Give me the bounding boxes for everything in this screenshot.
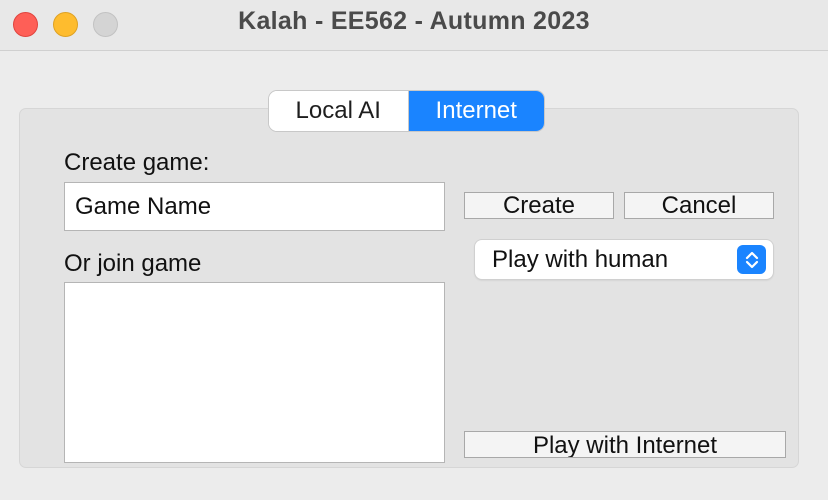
cancel-button[interactable]: Cancel	[624, 192, 774, 219]
games-list[interactable]	[64, 282, 445, 463]
game-name-input[interactable]	[64, 182, 445, 231]
play-mode-value: Play with human	[492, 246, 669, 273]
join-game-label: Or join game	[64, 250, 202, 277]
tab-local-ai[interactable]: Local AI	[269, 91, 409, 131]
mode-tabs: Local AI Internet	[269, 91, 544, 131]
title-bar: Kalah - EE562 - Autumn 2023	[0, 0, 828, 51]
window-title: Kalah - EE562 - Autumn 2023	[238, 7, 590, 35]
play-mode-select[interactable]: Play with human	[475, 240, 773, 279]
create-game-label: Create game:	[64, 149, 210, 176]
play-with-internet-button[interactable]: Play with Internet	[464, 431, 786, 458]
create-button[interactable]: Create	[464, 192, 614, 219]
up-down-chevron-icon	[737, 245, 766, 274]
tab-internet[interactable]: Internet	[408, 91, 544, 131]
